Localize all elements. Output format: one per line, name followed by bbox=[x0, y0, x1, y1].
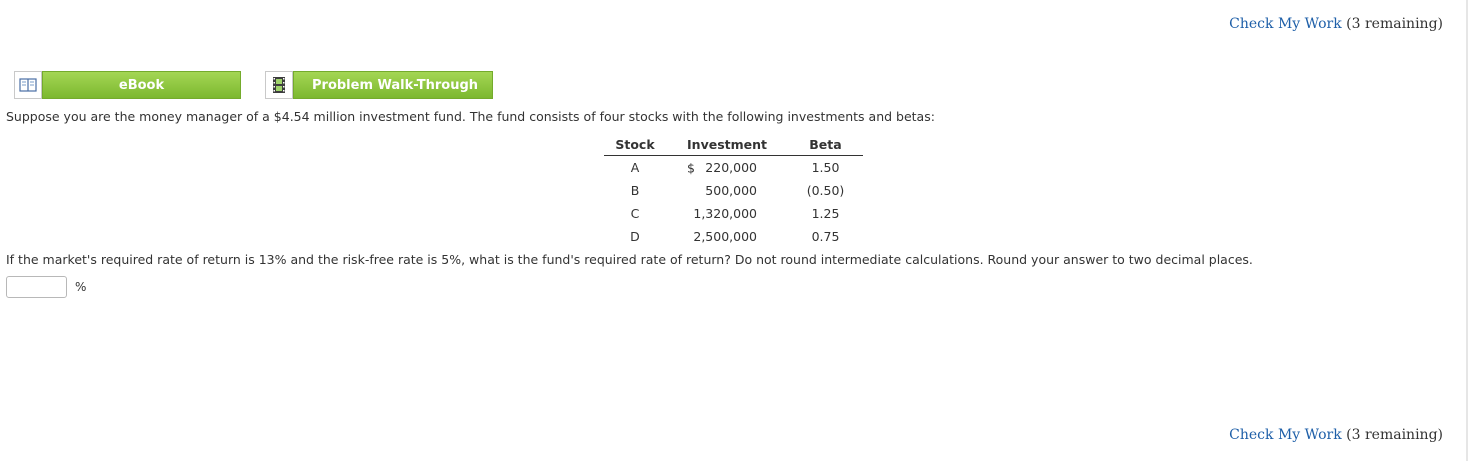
stock-cell: A bbox=[630, 160, 640, 175]
column-header-stock: Stock bbox=[604, 134, 666, 156]
investment-table: Stock Investment Beta A $ 220,000 1.50 B… bbox=[604, 134, 863, 248]
film-icon bbox=[265, 71, 293, 99]
check-my-work-link-top[interactable]: Check My Work bbox=[1229, 16, 1342, 32]
investment-amount: 500,000 bbox=[705, 183, 757, 198]
ebook-button[interactable]: eBook bbox=[14, 71, 241, 99]
beta-cell: 1.25 bbox=[811, 206, 840, 221]
check-my-work-remaining-bottom: (3 remaining) bbox=[1346, 427, 1443, 443]
table-row: D 2,500,000 0.75 bbox=[604, 225, 863, 248]
problem-walk-through-label: Problem Walk-Through bbox=[293, 71, 493, 99]
table-header-row: Stock Investment Beta bbox=[604, 134, 863, 156]
investment-cell: 2,500,000 bbox=[666, 225, 788, 248]
investment-cell: 500,000 bbox=[666, 179, 788, 202]
table-row: B 500,000 (0.50) bbox=[604, 179, 863, 202]
check-my-work-top: Check My Work (3 remaining) bbox=[1229, 16, 1443, 32]
table-row: A $ 220,000 1.50 bbox=[604, 156, 863, 180]
question-text: If the market's required rate of return … bbox=[6, 252, 1253, 267]
check-my-work-bottom: Check My Work (3 remaining) bbox=[1229, 427, 1443, 443]
stock-cell: B bbox=[630, 183, 640, 198]
investment-amount: 2,500,000 bbox=[693, 229, 757, 244]
table-row: C 1,320,000 1.25 bbox=[604, 202, 863, 225]
stock-cell: C bbox=[630, 206, 640, 221]
beta-cell: (0.50) bbox=[806, 183, 845, 198]
investment-amount: 220,000 bbox=[705, 160, 757, 175]
column-header-investment: Investment bbox=[666, 134, 788, 156]
problem-walk-through-button[interactable]: Problem Walk-Through bbox=[265, 71, 493, 99]
investment-amount: 1,320,000 bbox=[693, 206, 757, 221]
required-return-input[interactable] bbox=[6, 276, 67, 298]
check-my-work-remaining-top: (3 remaining) bbox=[1346, 16, 1443, 32]
answer-row: % bbox=[6, 276, 86, 298]
problem-intro-text: Suppose you are the money manager of a $… bbox=[6, 109, 935, 124]
beta-cell: 0.75 bbox=[811, 229, 840, 244]
check-my-work-link-bottom[interactable]: Check My Work bbox=[1229, 427, 1342, 443]
ebook-label: eBook bbox=[42, 71, 241, 99]
percent-unit: % bbox=[75, 280, 87, 294]
beta-cell: 1.50 bbox=[811, 160, 840, 175]
investment-cell: $ 220,000 bbox=[666, 156, 788, 180]
book-icon bbox=[14, 71, 42, 99]
stock-cell: D bbox=[630, 229, 640, 244]
investment-cell: 1,320,000 bbox=[666, 202, 788, 225]
column-header-beta: Beta bbox=[788, 134, 863, 156]
assignment-page: Check My Work (3 remaining) eBook Proble… bbox=[0, 0, 1468, 461]
currency-symbol: $ bbox=[687, 160, 695, 175]
